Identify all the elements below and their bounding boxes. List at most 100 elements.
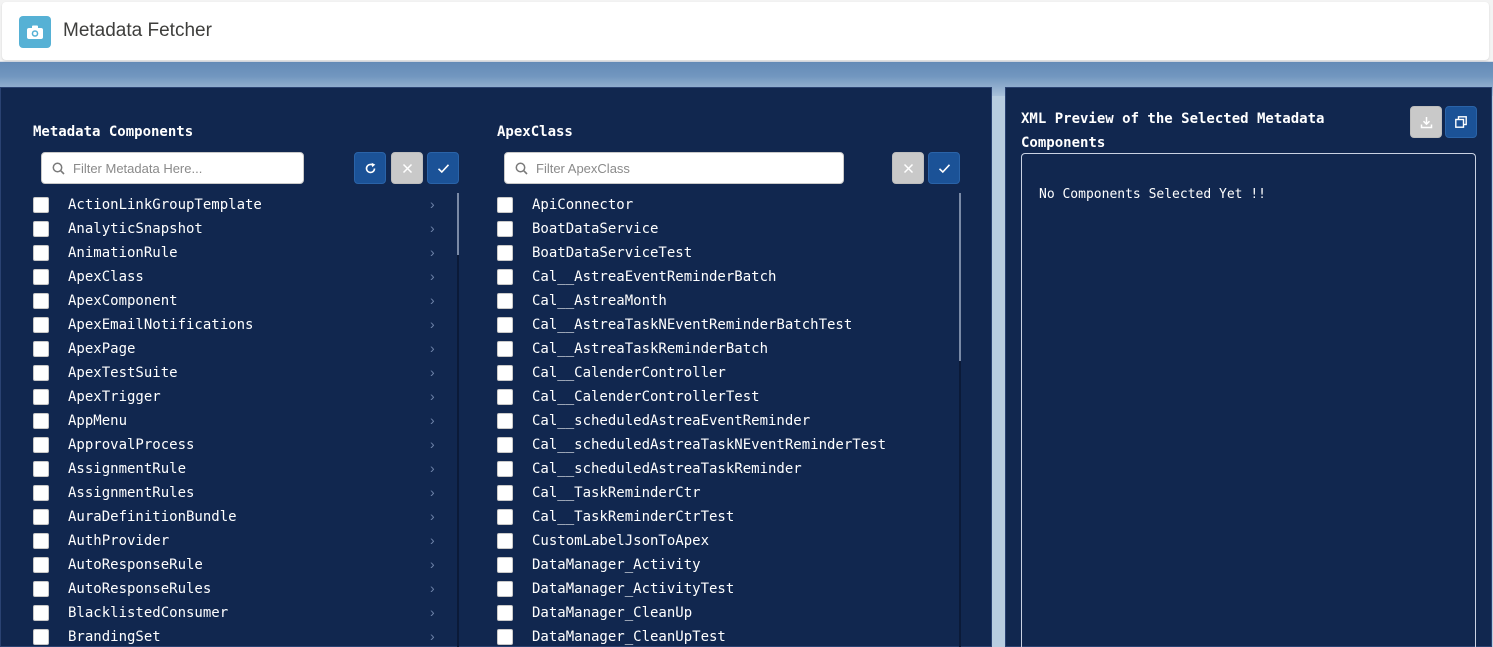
chevron-right-icon[interactable]: › [430, 508, 435, 524]
item-checkbox[interactable] [497, 461, 513, 477]
list-item[interactable]: ApexTestSuite › [33, 361, 453, 385]
chevron-right-icon[interactable]: › [430, 460, 435, 476]
apexclass-filter-input[interactable] [536, 160, 756, 176]
item-checkbox[interactable] [33, 341, 49, 357]
list-item[interactable]: AppMenu › [33, 409, 453, 433]
item-checkbox[interactable] [497, 341, 513, 357]
download-button[interactable] [1410, 106, 1442, 138]
item-checkbox[interactable] [497, 293, 513, 309]
item-checkbox[interactable] [33, 509, 49, 525]
list-item[interactable]: Cal__scheduledAstreaTaskNEventReminderTe… [497, 433, 947, 457]
item-checkbox[interactable] [497, 269, 513, 285]
item-checkbox[interactable] [33, 245, 49, 261]
list-item[interactable]: Cal__AstreaTaskNEventReminderBatchTest [497, 313, 947, 337]
metadata-list-scrollbar[interactable] [457, 193, 459, 255]
list-item[interactable]: AssignmentRules › [33, 481, 453, 505]
list-item[interactable]: ApexClass › [33, 265, 453, 289]
item-checkbox[interactable] [497, 317, 513, 333]
chevron-right-icon[interactable]: › [430, 220, 435, 236]
list-item[interactable]: AuraDefinitionBundle › [33, 505, 453, 529]
list-item[interactable]: DataManager_CleanUp [497, 601, 947, 625]
item-checkbox[interactable] [497, 245, 513, 261]
apexclass-list-scrollbar[interactable] [959, 193, 961, 361]
chevron-right-icon[interactable]: › [430, 292, 435, 308]
chevron-right-icon[interactable]: › [430, 316, 435, 332]
item-checkbox[interactable] [497, 629, 513, 645]
list-item[interactable]: AutoResponseRules › [33, 577, 453, 601]
chevron-right-icon[interactable]: › [430, 388, 435, 404]
list-item[interactable]: Cal__CalenderControllerTest [497, 385, 947, 409]
list-item[interactable]: ApexEmailNotifications › [33, 313, 453, 337]
list-item[interactable]: CustomLabelJsonToApex [497, 529, 947, 553]
item-checkbox[interactable] [33, 221, 49, 237]
list-item[interactable]: Cal__scheduledAstreaEventReminder [497, 409, 947, 433]
list-item[interactable]: Cal__TaskReminderCtr [497, 481, 947, 505]
item-checkbox[interactable] [497, 413, 513, 429]
item-checkbox[interactable] [33, 389, 49, 405]
list-item[interactable]: Cal__AstreaTaskReminderBatch [497, 337, 947, 361]
item-checkbox[interactable] [33, 581, 49, 597]
select-all-metadata-button[interactable] [427, 152, 459, 184]
item-checkbox[interactable] [497, 485, 513, 501]
item-checkbox[interactable] [497, 533, 513, 549]
copy-button[interactable] [1445, 106, 1477, 138]
item-checkbox[interactable] [33, 629, 49, 645]
list-item[interactable]: Cal__CalenderController [497, 361, 947, 385]
chevron-right-icon[interactable]: › [430, 364, 435, 380]
chevron-right-icon[interactable]: › [430, 244, 435, 260]
chevron-right-icon[interactable]: › [430, 628, 435, 644]
list-item[interactable]: ApprovalProcess › [33, 433, 453, 457]
chevron-right-icon[interactable]: › [430, 556, 435, 572]
list-item[interactable]: Cal__scheduledAstreaTaskReminder [497, 457, 947, 481]
chevron-right-icon[interactable]: › [430, 268, 435, 284]
list-item[interactable]: ApexTrigger › [33, 385, 453, 409]
chevron-right-icon[interactable]: › [430, 580, 435, 596]
chevron-right-icon[interactable]: › [430, 436, 435, 452]
list-item[interactable]: BrandingSet › [33, 625, 453, 647]
list-item[interactable]: ApexPage › [33, 337, 453, 361]
list-item[interactable]: DataManager_ActivityTest [497, 577, 947, 601]
item-checkbox[interactable] [497, 365, 513, 381]
list-item[interactable]: ActionLinkGroupTemplate › [33, 193, 453, 217]
metadata-filter-input[interactable] [73, 160, 293, 176]
item-checkbox[interactable] [33, 413, 49, 429]
list-item[interactable]: BlacklistedConsumer › [33, 601, 453, 625]
item-checkbox[interactable] [497, 557, 513, 573]
chevron-right-icon[interactable]: › [430, 196, 435, 212]
item-checkbox[interactable] [497, 437, 513, 453]
item-checkbox[interactable] [497, 197, 513, 213]
list-item[interactable]: Cal__AstreaMonth [497, 289, 947, 313]
item-checkbox[interactable] [497, 389, 513, 405]
list-item[interactable]: DataManager_Activity [497, 553, 947, 577]
clear-apexclass-button[interactable] [892, 152, 924, 184]
chevron-right-icon[interactable]: › [430, 604, 435, 620]
list-item[interactable]: DataManager_CleanUpTest [497, 625, 947, 647]
chevron-right-icon[interactable]: › [430, 340, 435, 356]
item-checkbox[interactable] [33, 485, 49, 501]
item-checkbox[interactable] [497, 581, 513, 597]
item-checkbox[interactable] [33, 269, 49, 285]
list-item[interactable]: Cal__TaskReminderCtrTest [497, 505, 947, 529]
refresh-button[interactable] [354, 152, 386, 184]
chevron-right-icon[interactable]: › [430, 484, 435, 500]
item-checkbox[interactable] [33, 461, 49, 477]
item-checkbox[interactable] [33, 557, 49, 573]
list-item[interactable]: AnalyticSnapshot › [33, 217, 453, 241]
item-checkbox[interactable] [33, 365, 49, 381]
select-all-apexclass-button[interactable] [928, 152, 960, 184]
list-item[interactable]: AnimationRule › [33, 241, 453, 265]
list-item[interactable]: AssignmentRule › [33, 457, 453, 481]
item-checkbox[interactable] [497, 605, 513, 621]
clear-metadata-button[interactable] [391, 152, 423, 184]
list-item[interactable]: BoatDataService [497, 217, 947, 241]
item-checkbox[interactable] [33, 533, 49, 549]
list-item[interactable]: AuthProvider › [33, 529, 453, 553]
list-item[interactable]: ApiConnector [497, 193, 947, 217]
item-checkbox[interactable] [497, 509, 513, 525]
item-checkbox[interactable] [33, 293, 49, 309]
list-item[interactable]: AutoResponseRule › [33, 553, 453, 577]
chevron-right-icon[interactable]: › [430, 412, 435, 428]
list-item[interactable]: Cal__AstreaEventReminderBatch [497, 265, 947, 289]
item-checkbox[interactable] [33, 605, 49, 621]
list-item[interactable]: BoatDataServiceTest [497, 241, 947, 265]
